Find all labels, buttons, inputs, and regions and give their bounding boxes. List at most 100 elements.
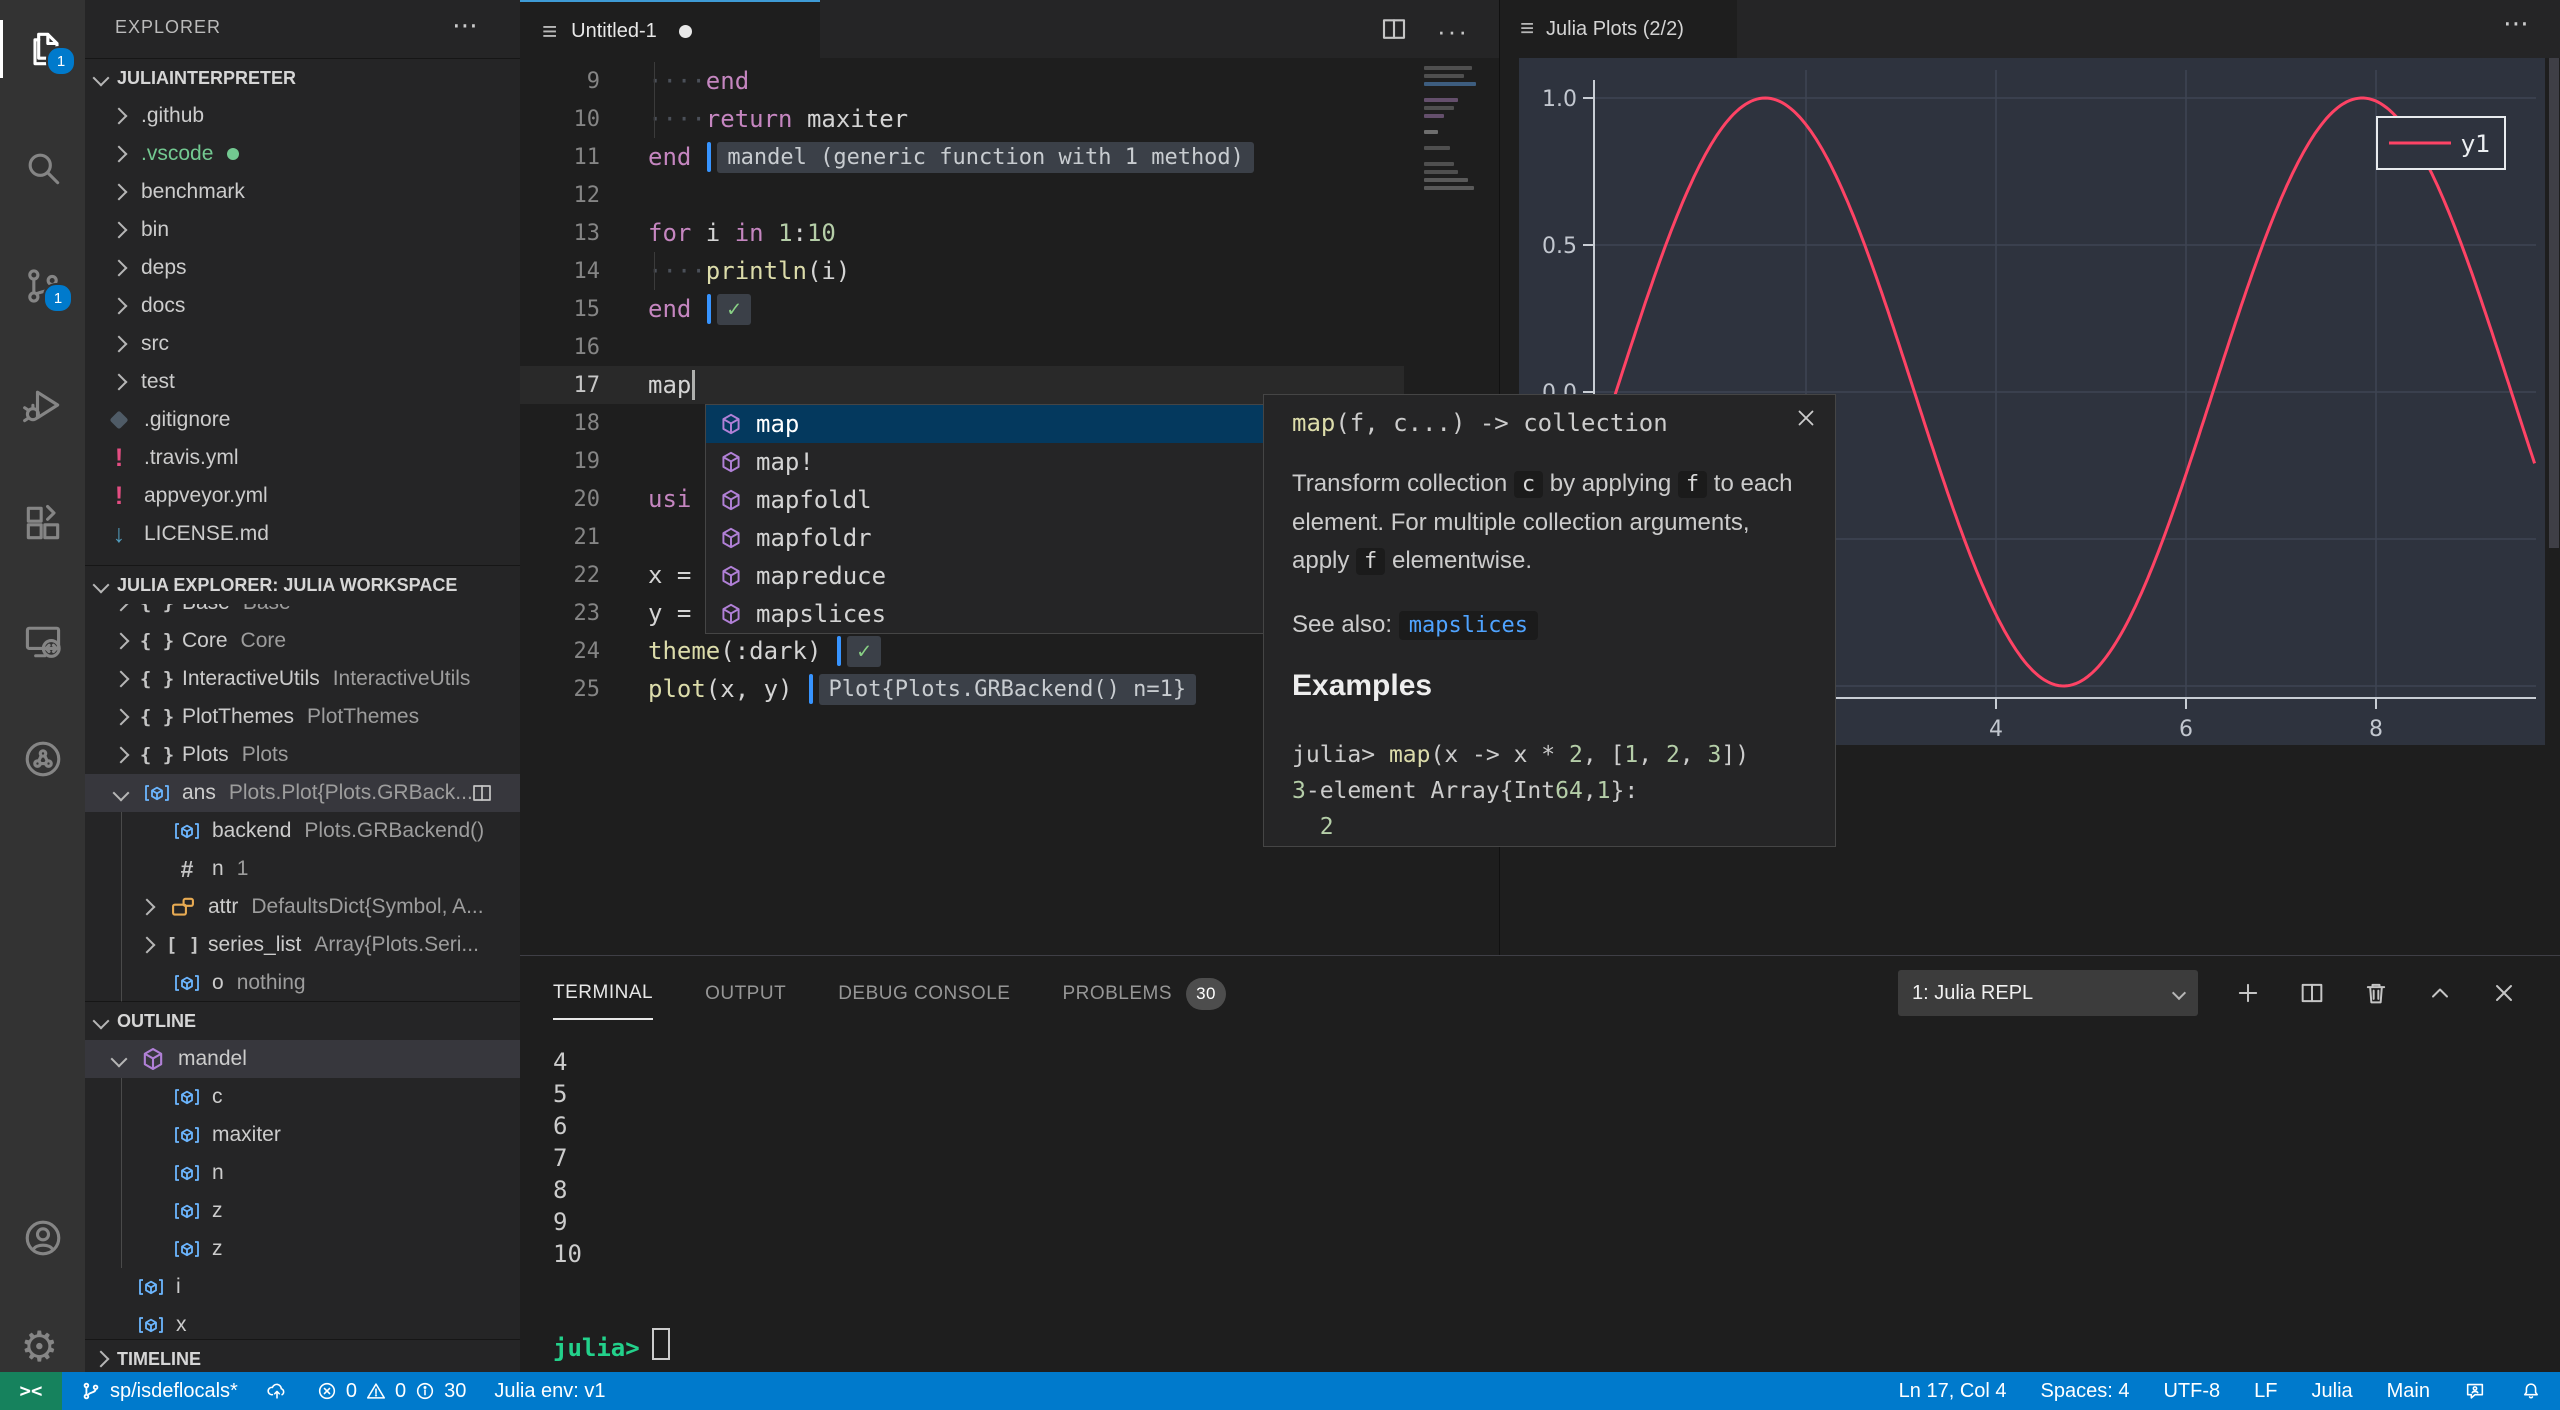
- outline-item-mandel[interactable]: mandel: [85, 1040, 520, 1078]
- code-line-14[interactable]: 14 ···· println (i): [520, 252, 1499, 290]
- tree-item-docs[interactable]: docs: [85, 287, 520, 325]
- code-line-11[interactable]: 11 end mandel (generic function with 1 met…: [520, 138, 1499, 176]
- tab-untitled-1[interactable]: ≡ Untitled-1: [520, 0, 820, 60]
- section-timeline[interactable]: TIMELINE: [85, 1340, 520, 1372]
- code-line-9[interactable]: 9 ···· end: [520, 62, 1499, 100]
- status-language-mode[interactable]: Julia: [2312, 1380, 2353, 1403]
- activitybar-julia[interactable]: [0, 730, 85, 788]
- activitybar-extensions[interactable]: [0, 494, 85, 552]
- status-feedback[interactable]: [2464, 1380, 2486, 1402]
- tree-item-test[interactable]: test: [85, 363, 520, 401]
- tree-item-.gitignore[interactable]: .gitignore: [85, 401, 520, 439]
- debug-icon: [21, 383, 65, 427]
- tree-item-src[interactable]: src: [85, 325, 520, 363]
- workspace-item-Plots[interactable]: { } Plots Plots: [85, 736, 520, 774]
- status-infos[interactable]: 30: [414, 1380, 466, 1403]
- remote-indicator[interactable]: ><: [0, 1372, 62, 1410]
- section-juliainterpreter[interactable]: JULIAINTERPRETER: [85, 59, 520, 97]
- panel-tab-output[interactable]: OUTPUT: [705, 983, 786, 1019]
- branch-icon: [80, 1380, 102, 1402]
- status-errors[interactable]: 0: [316, 1380, 357, 1403]
- tree-item-LICENSE.md[interactable]: ↓ LICENSE.md: [85, 515, 520, 553]
- plots-scrollbar[interactable]: [2549, 58, 2559, 548]
- activitybar-accounts[interactable]: [0, 1209, 85, 1267]
- workspace-item-o[interactable]: o nothing: [85, 964, 520, 1002]
- status-julia-env[interactable]: Julia env: v1: [494, 1380, 605, 1403]
- status-git-branch[interactable]: sp/isdeflocals*: [80, 1380, 238, 1403]
- outline-item-x[interactable]: x: [85, 1306, 520, 1344]
- tree-item-.vscode[interactable]: .vscode: [85, 135, 520, 173]
- more-actions-icon[interactable]: ⋯: [452, 10, 480, 41]
- suggestion-map[interactable]: map: [706, 405, 1264, 443]
- tree-item-appveyor.yml[interactable]: ! appveyor.yml: [85, 477, 520, 515]
- workspace-item-backend[interactable]: backend Plots.GRBackend(): [85, 812, 520, 850]
- kill-terminal-icon[interactable]: [2362, 979, 2390, 1007]
- activitybar-search[interactable]: [0, 139, 85, 197]
- maximize-panel-icon[interactable]: [2426, 979, 2454, 1007]
- code-line-16[interactable]: 16: [520, 328, 1499, 366]
- mapslices-link[interactable]: mapslices: [1398, 611, 1538, 640]
- split-terminal-icon[interactable]: [2298, 979, 2326, 1007]
- open-in-editor-icon[interactable]: [470, 781, 494, 805]
- suggestion-mapfoldr[interactable]: mapfoldr: [706, 519, 1264, 557]
- activitybar-source-control[interactable]: 1: [0, 257, 85, 315]
- code-line-15[interactable]: 15 end ✓: [520, 290, 1499, 328]
- workspace-item-series_list[interactable]: [ ] series_list Array{Plots.Seri...: [85, 926, 520, 964]
- code-line-12[interactable]: 12: [520, 176, 1499, 214]
- activitybar-run-debug[interactable]: [0, 376, 85, 434]
- activitybar-settings[interactable]: ⚙: [0, 1318, 85, 1376]
- panel-controls: 1: Julia REPL: [1898, 970, 2518, 1016]
- terminal-prompt-line[interactable]: julia>: [553, 1328, 670, 1362]
- status-encoding[interactable]: UTF-8: [2163, 1380, 2220, 1403]
- status-cursor-position[interactable]: Ln 17, Col 4: [1899, 1380, 2007, 1403]
- workspace-item-ans[interactable]: ans Plots.Plot{Plots.GRBack...: [85, 774, 520, 812]
- status-julia-module[interactable]: Main: [2387, 1380, 2430, 1403]
- tree-item-benchmark[interactable]: benchmark: [85, 173, 520, 211]
- status-warnings[interactable]: 0: [365, 1380, 406, 1403]
- section-julia-explorer[interactable]: JULIA EXPLORER: JULIA WORKSPACE: [85, 566, 520, 604]
- suggestion-map![interactable]: map!: [706, 443, 1264, 481]
- outline-item-n[interactable]: n: [85, 1154, 520, 1192]
- section-outline[interactable]: OUTLINE: [85, 1002, 520, 1040]
- activitybar-remote-explorer[interactable]: [0, 613, 85, 671]
- status-problems[interactable]: 0 0 30: [316, 1380, 466, 1403]
- tree-item-bin[interactable]: bin: [85, 211, 520, 249]
- status-eol[interactable]: LF: [2254, 1380, 2277, 1403]
- tree-item-.travis.yml[interactable]: ! .travis.yml: [85, 439, 520, 477]
- outline-item-c[interactable]: c: [85, 1078, 520, 1116]
- outline-item-maxiter[interactable]: maxiter: [85, 1116, 520, 1154]
- workspace-item-Core[interactable]: { } Core Core: [85, 622, 520, 660]
- dirty-indicator-icon[interactable]: [678, 24, 692, 38]
- suggestion-mapreduce[interactable]: mapreduce: [706, 557, 1264, 595]
- suggestion-mapslices[interactable]: mapslices: [706, 595, 1264, 633]
- code-text: ···· println (i): [648, 257, 850, 285]
- workspace-item-attr[interactable]: attr DefaultsDict{Symbol, A...: [85, 888, 520, 926]
- panel-tab-debug-console[interactable]: DEBUG CONSOLE: [838, 983, 1010, 1019]
- terminal-picker[interactable]: 1: Julia REPL: [1898, 970, 2198, 1016]
- close-panel-icon[interactable]: [2490, 979, 2518, 1007]
- suggestion-mapfoldl[interactable]: mapfoldl: [706, 481, 1264, 519]
- tab-julia-plots[interactable]: ≡ Julia Plots (2/2): [1500, 0, 1737, 58]
- panel-tab-problems[interactable]: PROBLEMS 30: [1062, 978, 1227, 1024]
- close-icon[interactable]: [1793, 405, 1819, 431]
- more-actions-icon[interactable]: ···: [1437, 16, 1469, 47]
- status-sync[interactable]: [266, 1380, 288, 1402]
- new-terminal-icon[interactable]: [2234, 979, 2262, 1007]
- activitybar-explorer[interactable]: 1: [0, 20, 88, 78]
- code-line-13[interactable]: 13 for i in 1:10: [520, 214, 1499, 252]
- outline-item-i[interactable]: i: [85, 1268, 520, 1306]
- status-notifications[interactable]: [2520, 1380, 2542, 1402]
- outline-item-z[interactable]: z: [85, 1192, 520, 1230]
- svg-text:6: 6: [2179, 717, 2193, 742]
- outline-item-z[interactable]: z: [85, 1230, 520, 1268]
- split-editor-icon[interactable]: [1379, 14, 1409, 49]
- workspace-item-InteractiveUtils[interactable]: { } InteractiveUtils InteractiveUtils: [85, 660, 520, 698]
- workspace-item-PlotThemes[interactable]: { } PlotThemes PlotThemes: [85, 698, 520, 736]
- code-line-10[interactable]: 10 ···· return maxiter: [520, 100, 1499, 138]
- tree-item-.github[interactable]: .github: [85, 97, 520, 135]
- plots-more-actions-icon[interactable]: ⋯: [2503, 8, 2531, 39]
- status-indentation[interactable]: Spaces: 4: [2041, 1380, 2130, 1403]
- panel-tab-terminal[interactable]: TERMINAL: [553, 982, 654, 1020]
- workspace-item-n[interactable]: # n 1: [85, 850, 520, 888]
- tree-item-deps[interactable]: deps: [85, 249, 520, 287]
